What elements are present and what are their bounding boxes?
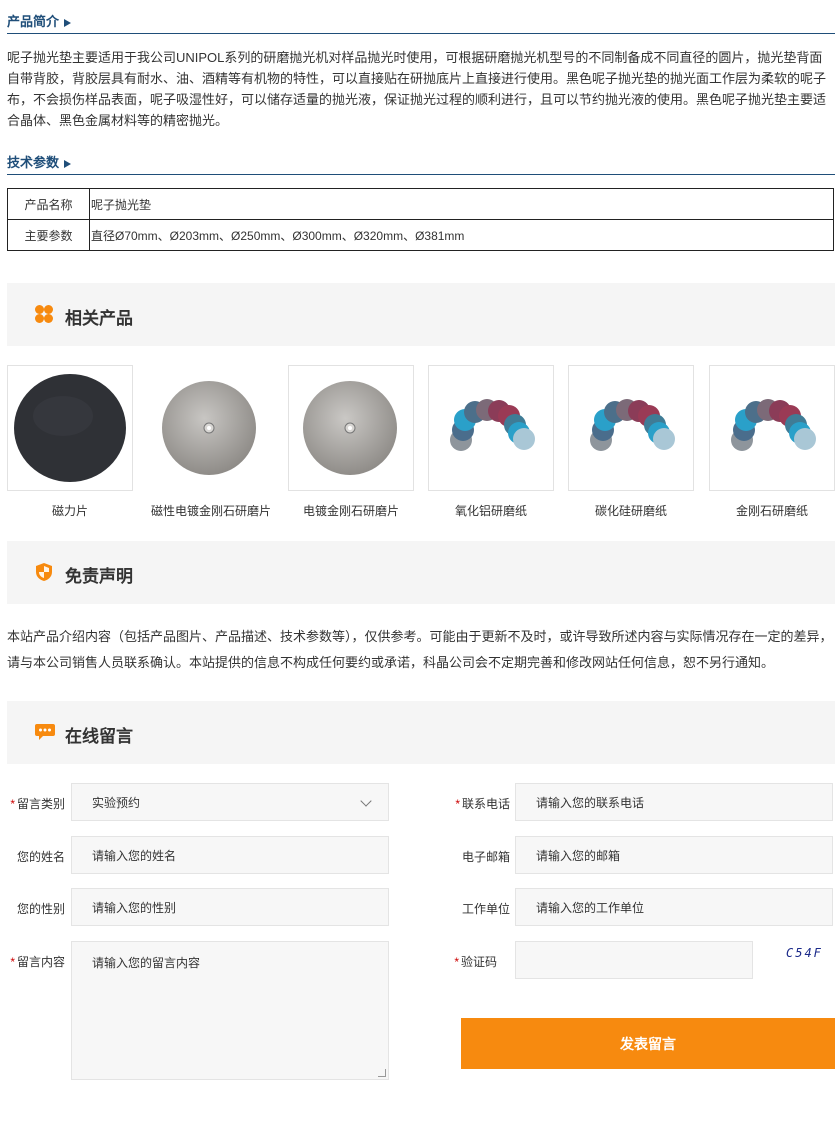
company-input[interactable]: 请输入您的工作单位: [515, 888, 833, 926]
product-image[interactable]: [7, 365, 133, 491]
chevron-down-icon: [360, 795, 372, 807]
intro-text: 呢子抛光垫主要适用于我公司UNIPOL系列的研磨抛光机对样品抛光时使用，可根据研…: [7, 50, 827, 128]
product-card[interactable]: 氧化铝研磨纸: [428, 365, 554, 519]
table-row: 产品名称 呢子抛光垫: [7, 188, 834, 220]
captcha-image[interactable]: C54F: [786, 946, 823, 960]
param-value: 呢子抛光垫: [89, 188, 834, 220]
product-image[interactable]: [568, 365, 694, 491]
chat-bubble-icon: [35, 724, 55, 740]
product-name[interactable]: 碳化硅研磨纸: [568, 502, 694, 519]
clover-grid-icon: [35, 305, 53, 323]
product-name[interactable]: 磁性电镀金刚石研磨片: [148, 502, 274, 519]
category-select[interactable]: 实验预约: [71, 783, 389, 821]
sanding-paper-fan-image: [731, 399, 816, 451]
product-card[interactable]: 磁性电镀金刚石研磨片: [148, 365, 274, 519]
diamond-disc-image: [303, 381, 397, 475]
param-key: 产品名称: [7, 188, 90, 220]
content-textarea[interactable]: 请输入您的留言内容: [71, 941, 389, 1080]
product-name[interactable]: 电镀金刚石研磨片: [288, 502, 414, 519]
phone-placeholder: 请输入您的联系电话: [536, 795, 645, 810]
gender-label: 您的性别: [16, 902, 65, 916]
param-key: 主要参数: [7, 219, 90, 251]
message-header: 在线留言: [7, 701, 835, 764]
product-card[interactable]: 碳化硅研磨纸: [568, 365, 694, 519]
product-image[interactable]: [428, 365, 554, 491]
resize-handle-icon[interactable]: [378, 1069, 386, 1077]
related-products-title: 相关产品: [65, 309, 133, 328]
category-label: * 留言类别: [10, 797, 65, 811]
disclaimer-title: 免责声明: [65, 567, 133, 586]
product-name[interactable]: 氧化铝研磨纸: [428, 502, 554, 519]
email-input[interactable]: 请输入您的邮箱: [515, 836, 833, 874]
triangle-right-icon: [64, 18, 72, 27]
gender-placeholder: 请输入您的性别: [92, 900, 177, 915]
table-row: 主要参数 直径Ø70mm、Ø203mm、Ø250mm、Ø300mm、Ø320mm…: [7, 219, 834, 251]
captcha-input[interactable]: [515, 941, 753, 979]
intro-heading: 产品简介: [7, 11, 72, 30]
sanding-paper-fan-image: [450, 399, 535, 451]
intro-heading-bar: 产品简介: [7, 7, 835, 34]
captcha-label: * 验证码: [454, 955, 497, 969]
params-heading: 技术参数: [7, 152, 72, 171]
product-name[interactable]: 金刚石研磨纸: [709, 502, 835, 519]
product-image[interactable]: [709, 365, 835, 491]
submit-button[interactable]: 发表留言: [461, 1018, 835, 1069]
triangle-right-icon: [64, 159, 72, 168]
product-image[interactable]: [288, 365, 414, 491]
related-products-header: 相关产品: [7, 283, 835, 346]
content-placeholder: 请输入您的留言内容: [92, 956, 201, 970]
product-image[interactable]: [148, 365, 274, 491]
phone-input[interactable]: 请输入您的联系电话: [515, 783, 833, 821]
sanding-paper-fan-image: [590, 399, 675, 451]
params-heading-bar: 技术参数: [7, 148, 835, 175]
content-label: * 留言内容: [10, 955, 65, 969]
disclaimer-text: 本站产品介绍内容（包括产品图片、产品描述、技术参数等），仅供参考。可能由于更新不…: [7, 629, 833, 670]
email-label: 电子邮箱: [461, 850, 510, 864]
disclaimer-header: 免责声明: [7, 541, 835, 604]
name-label: 您的姓名: [16, 850, 65, 864]
company-label: 工作单位: [461, 902, 510, 916]
product-name[interactable]: 磁力片: [7, 502, 133, 519]
email-placeholder: 请输入您的邮箱: [536, 848, 621, 863]
product-card[interactable]: 电镀金刚石研磨片: [288, 365, 414, 519]
phone-label: * 联系电话: [455, 797, 510, 811]
magnetic-disc-image: [14, 374, 126, 482]
product-card[interactable]: 磁力片: [7, 365, 133, 519]
name-placeholder: 请输入您的姓名: [92, 848, 177, 863]
shield-icon: [36, 563, 52, 581]
diamond-disc-image: [162, 381, 256, 475]
message-title: 在线留言: [65, 727, 133, 746]
param-value: 直径Ø70mm、Ø203mm、Ø250mm、Ø300mm、Ø320mm、Ø381…: [89, 219, 834, 251]
gender-input[interactable]: 请输入您的性别: [71, 888, 389, 926]
company-placeholder: 请输入您的工作单位: [536, 900, 645, 915]
product-card[interactable]: 金刚石研磨纸: [709, 365, 835, 519]
params-table: 产品名称 呢子抛光垫 主要参数 直径Ø70mm、Ø203mm、Ø250mm、Ø3…: [7, 188, 834, 251]
name-input[interactable]: 请输入您的姓名: [71, 836, 389, 874]
category-selected-value: 实验预约: [92, 795, 141, 810]
